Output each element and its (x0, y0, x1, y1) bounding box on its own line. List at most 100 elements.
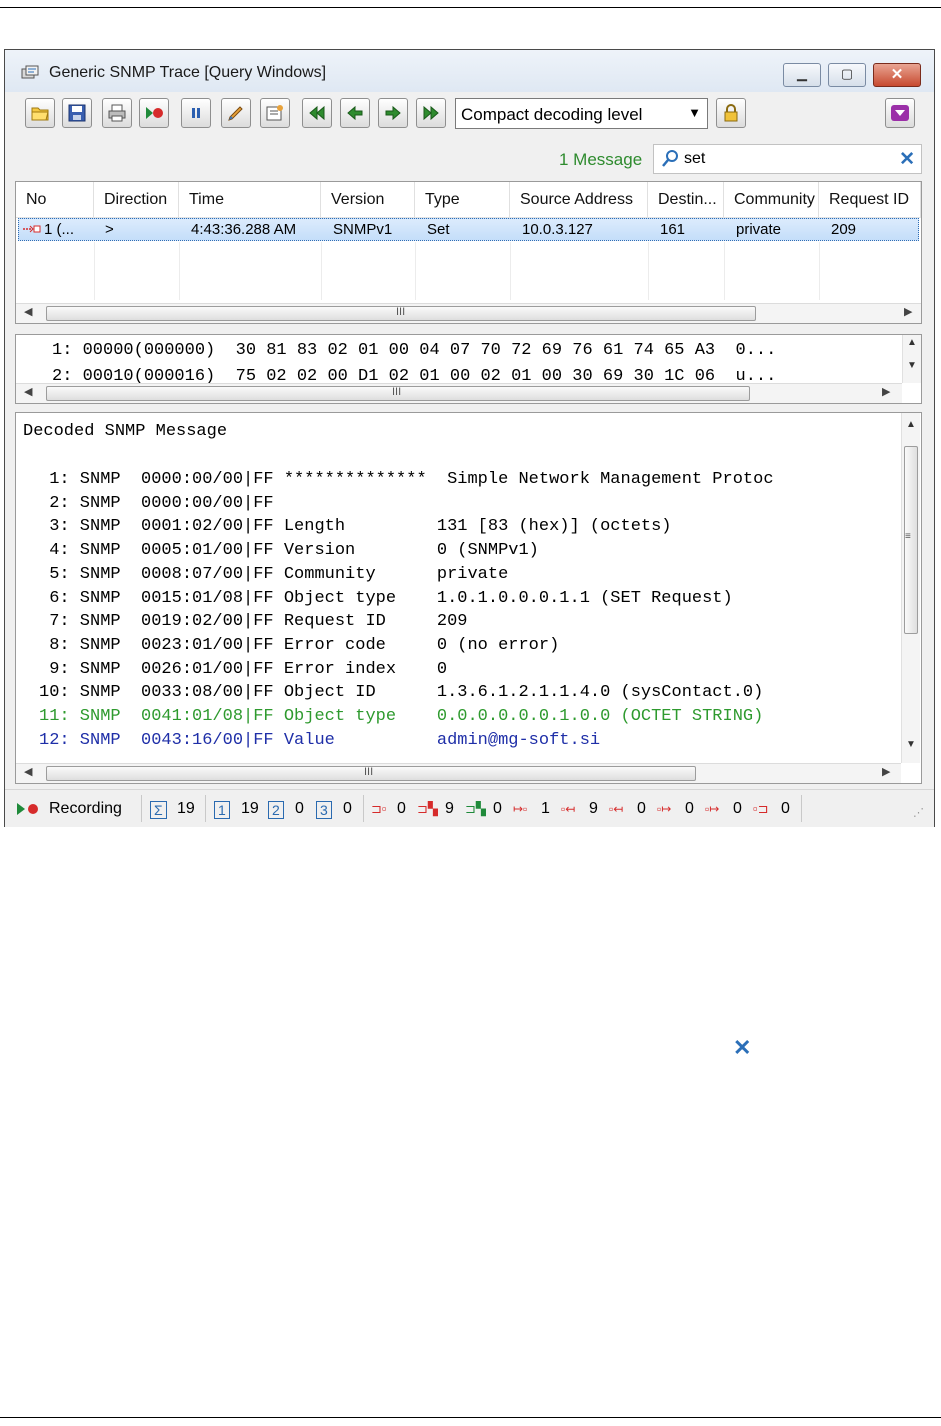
open-folder-icon (31, 107, 49, 121)
print-button[interactable] (102, 98, 132, 128)
hex-line: 1: 00000(000000) 30 81 83 02 01 00 04 07… (52, 341, 777, 360)
decoded-line[interactable]: 2: SNMP 0000:00/00|FF (39, 494, 273, 513)
scroll-grip-icon: III (392, 386, 402, 398)
decoded-line[interactable]: 6: SNMP 0015:01/08|FF Object type 1.0.1.… (39, 589, 733, 608)
edit-brush-icon (228, 106, 243, 121)
cell-source-address: 10.0.3.127 (522, 221, 593, 238)
previous-button[interactable] (340, 98, 370, 128)
forward-out-icon: ▫↦ (705, 802, 720, 816)
snmpv1-badge-icon: 1 (214, 801, 230, 819)
message-grid: No Direction Time Version Type Source Ad… (15, 181, 922, 324)
print-icon (108, 104, 126, 122)
trap-icon: ⊐▚ (465, 801, 486, 816)
loop-count: 0 (781, 800, 790, 817)
scroll-up-icon[interactable]: ▲ (906, 419, 916, 430)
scroll-left-icon[interactable]: ◀ (24, 765, 32, 778)
decoded-line[interactable]: 8: SNMP 0023:01/00|FF Error code 0 (no e… (39, 636, 559, 655)
request-icon: ⊐▫ (371, 801, 387, 816)
record-icon (146, 107, 163, 119)
close-button[interactable]: ✕ (873, 63, 921, 87)
response-count: 9 (445, 800, 454, 817)
column-header-type[interactable]: Type (415, 182, 510, 217)
status-bar: Recording Σ 19 1 19 2 0 3 0 ⊐▫ 0 ⊐▚ 9 ⊐▚… (5, 789, 934, 827)
message-count: 1 Message (559, 150, 643, 169)
hex-vertical-scrollbar[interactable]: ▲ ▼ (902, 335, 921, 383)
filter-icon (891, 105, 909, 121)
close-icon[interactable]: ✕ (733, 1035, 751, 1061)
response-icon: ⊐▚ (417, 801, 438, 816)
table-row[interactable]: 1 (... > 4:43:36.288 AM SNMPv1 Set 10.0.… (18, 218, 919, 241)
column-header-community[interactable]: Community (724, 182, 819, 217)
filter-bar: 1 Message ✕ (5, 138, 934, 178)
column-header-direction[interactable]: Direction (94, 182, 179, 217)
trap-count: 0 (493, 800, 502, 817)
scroll-right-icon[interactable]: ▶ (882, 765, 890, 778)
status-separator (363, 795, 364, 822)
clear-search-icon[interactable]: ✕ (899, 148, 915, 171)
incoming-error-count: 0 (637, 800, 646, 817)
record-button[interactable] (139, 98, 169, 128)
outgoing-count: 1 (541, 800, 550, 817)
decoding-level-value: Compact decoding level (461, 105, 643, 124)
properties-button[interactable] (260, 98, 290, 128)
next-button[interactable] (378, 98, 408, 128)
decoded-line[interactable]: 9: SNMP 0026:01/00|FF Error index 0 (39, 660, 447, 679)
column-header-source-address[interactable]: Source Address (510, 182, 648, 217)
grid-column-guide (16, 242, 95, 300)
outgoing-message-icon (23, 225, 41, 233)
decoded-line[interactable]: 10: SNMP 0033:08/00|FF Object ID 1.3.6.1… (39, 683, 763, 702)
grid-column-guide (179, 242, 322, 300)
scroll-down-icon[interactable]: ▼ (907, 360, 917, 371)
decoded-line[interactable]: 7: SNMP 0019:02/00|FF Request ID 209 (39, 612, 467, 631)
decoded-line[interactable]: 4: SNMP 0005:01/00|FF Version 0 (SNMPv1) (39, 541, 539, 560)
hex-horizontal-scrollbar[interactable]: ◀ III ▶ (16, 383, 902, 403)
scroll-up-icon[interactable]: ▲ (907, 337, 917, 348)
snmpv2-badge-icon: 2 (268, 801, 284, 819)
close-icon: ✕ (890, 66, 904, 83)
scroll-left-icon[interactable]: ◀ (24, 305, 32, 318)
grid-column-guide (94, 242, 180, 300)
decoded-line[interactable]: 11: SNMP 0041:01/08|FF Object type 0.0.0… (39, 707, 763, 726)
lock-button[interactable] (716, 98, 746, 128)
filter-toggle-button[interactable] (885, 98, 915, 128)
column-header-destination[interactable]: Destin... (648, 182, 724, 217)
decoded-message-pane: Decoded SNMP Message 1: SNMP 0000:00/00|… (15, 412, 922, 784)
decoded-horizontal-scrollbar[interactable]: ◀ III ▶ (16, 763, 901, 783)
column-header-no[interactable]: No (16, 182, 94, 217)
maximize-button[interactable]: ▢ (828, 63, 866, 87)
grid-horizontal-scrollbar[interactable]: ◀ III ▶ (16, 303, 921, 323)
title-bar[interactable]: Generic SNMP Trace [Query Windows] ▁ ▢ ✕ (5, 50, 934, 92)
scroll-down-icon[interactable]: ▼ (906, 739, 916, 750)
decoded-line[interactable]: 12: SNMP 0043:16/00|FF Value admin@mg-so… (39, 731, 600, 750)
save-button[interactable] (62, 98, 92, 128)
last-button[interactable] (416, 98, 446, 128)
scroll-right-icon[interactable]: ▶ (904, 305, 912, 318)
decoded-vertical-scrollbar[interactable]: ▲ ≡ ▼ (901, 413, 920, 763)
column-header-request-id[interactable]: Request ID (819, 182, 921, 217)
scroll-grip-icon: ≡ (905, 531, 911, 542)
search-box[interactable]: ✕ (653, 144, 922, 174)
minimize-button[interactable]: ▁ (783, 63, 821, 87)
open-button[interactable] (25, 98, 55, 128)
grid-column-guide (648, 242, 725, 300)
recording-status: Recording (49, 800, 122, 817)
edit-button[interactable] (221, 98, 251, 128)
decoded-line[interactable]: 5: SNMP 0008:07/00|FF Community private (39, 565, 508, 584)
decoded-title: Decoded SNMP Message (23, 422, 228, 441)
scroll-right-icon[interactable]: ▶ (882, 385, 890, 398)
resize-grip-icon[interactable]: ⋰ (913, 806, 924, 819)
status-separator (205, 795, 206, 822)
cell-direction: > (105, 221, 114, 238)
incoming-count: 9 (589, 800, 598, 817)
incoming-error-icon: ▫↤ (609, 802, 624, 816)
search-input[interactable] (684, 150, 884, 168)
scroll-left-icon[interactable]: ◀ (24, 385, 32, 398)
column-header-version[interactable]: Version (321, 182, 415, 217)
first-button[interactable] (302, 98, 332, 128)
decoded-line[interactable]: 1: SNMP 0000:00/00|FF ************** Sim… (39, 470, 773, 489)
decoded-line[interactable]: 3: SNMP 0001:02/00|FF Length 131 [83 (he… (39, 517, 671, 536)
minimize-icon: ▁ (797, 66, 807, 81)
decoding-level-dropdown[interactable]: Compact decoding level ▼ (455, 98, 708, 129)
pause-button[interactable] (181, 98, 211, 128)
column-header-time[interactable]: Time (179, 182, 321, 217)
